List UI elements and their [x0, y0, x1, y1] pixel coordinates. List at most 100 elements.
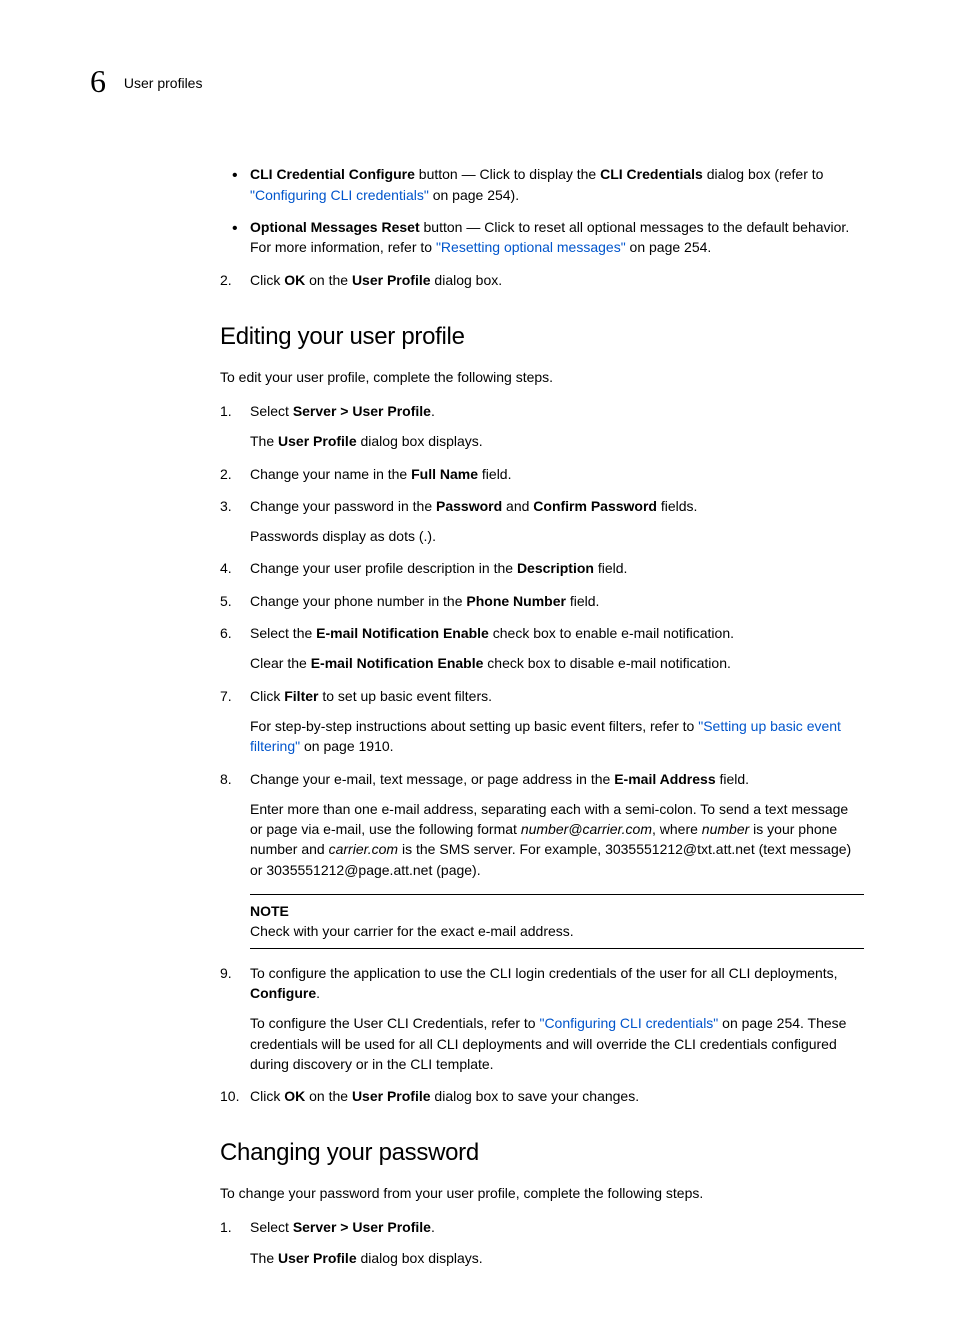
ui-label: Server > User Profile — [293, 403, 431, 419]
text: . — [431, 403, 435, 419]
step-number: 1. — [220, 401, 232, 421]
text: on page 1910. — [300, 738, 393, 754]
step-item: 6. Select the E-mail Notification Enable… — [220, 623, 864, 674]
note-text: Check with your carrier for the exact e-… — [250, 921, 864, 941]
ui-label: Confirm Password — [533, 498, 657, 514]
step-sub: To configure the User CLI Credentials, r… — [250, 1013, 864, 1074]
step-item: 2. Click OK on the User Profile dialog b… — [220, 270, 864, 290]
step-item: 7. Click Filter to set up basic event fi… — [220, 686, 864, 757]
page: 6 User profiles CLI Credential Configure… — [0, 0, 954, 1340]
step-item: 5. Change your phone number in the Phone… — [220, 591, 864, 611]
ui-label: E-mail Notification Enable — [316, 625, 489, 641]
heading-editing-profile: Editing your user profile — [220, 320, 864, 355]
text: Click — [250, 1088, 284, 1104]
step-item: 2. Change your name in the Full Name fie… — [220, 464, 864, 484]
step-item: 10. Click OK on the User Profile dialog … — [220, 1086, 864, 1106]
italic-text: number — [702, 821, 749, 837]
step-item: 1. Select Server > User Profile. The Use… — [220, 1217, 864, 1268]
text: Select the — [250, 625, 316, 641]
bullet-item: CLI Credential Configure button — Click … — [250, 164, 864, 205]
text: Click — [250, 272, 284, 288]
intro-text: To edit your user profile, complete the … — [220, 367, 864, 387]
text: on page 254). — [429, 187, 519, 203]
italic-text: number@carrier.com — [521, 821, 652, 837]
text: Select — [250, 403, 293, 419]
step-item: 9. To configure the application to use t… — [220, 963, 864, 1074]
editing-steps: 1. Select Server > User Profile. The Use… — [220, 401, 864, 1106]
text: The — [250, 1250, 278, 1266]
step-number: 5. — [220, 591, 232, 611]
text: dialog box. — [431, 272, 503, 288]
ui-label: E-mail Address — [614, 771, 715, 787]
text: Change your e-mail, text message, or pag… — [250, 771, 614, 787]
step-item: 3. Change your password in the Password … — [220, 496, 864, 547]
step-sub: Passwords display as dots (.). — [250, 526, 864, 546]
step-number: 7. — [220, 686, 232, 706]
ui-label: User Profile — [278, 433, 357, 449]
step-number: 10. — [220, 1086, 239, 1106]
cross-reference-link[interactable]: "Configuring CLI credentials" — [250, 187, 429, 203]
text: on the — [305, 272, 352, 288]
heading-changing-password: Changing your password — [220, 1136, 864, 1171]
ui-label: OK — [284, 1088, 305, 1104]
text: dialog box displays. — [357, 433, 483, 449]
ui-label: Phone Number — [466, 593, 566, 609]
ui-label: E-mail Notification Enable — [311, 655, 484, 671]
body-content: CLI Credential Configure button — Click … — [220, 164, 864, 1268]
step-number: 8. — [220, 769, 232, 789]
breadcrumb: User profiles — [124, 75, 203, 91]
text: dialog box (refer to — [703, 166, 824, 182]
step-number: 2. — [220, 464, 232, 484]
text: Change your password in the — [250, 498, 436, 514]
note-block: NOTE Check with your carrier for the exa… — [250, 894, 864, 949]
ui-label: CLI Credentials — [600, 166, 703, 182]
bullet-item: Optional Messages Reset button — Click t… — [250, 217, 864, 258]
cross-reference-link[interactable]: "Configuring CLI credentials" — [539, 1015, 718, 1031]
note-label: NOTE — [250, 901, 864, 921]
text: For step-by-step instructions about sett… — [250, 718, 698, 734]
ui-label: OK — [284, 272, 305, 288]
text: fields. — [657, 498, 697, 514]
step-sub: Enter more than one e-mail address, sepa… — [250, 799, 864, 880]
step-number: 3. — [220, 496, 232, 516]
text: Select — [250, 1219, 293, 1235]
step-item: 4. Change your user profile description … — [220, 558, 864, 578]
ui-label: User Profile — [352, 272, 431, 288]
step-sub: The User Profile dialog box displays. — [250, 431, 864, 451]
text: Clear the — [250, 655, 311, 671]
ui-label: Filter — [284, 688, 318, 704]
text: check box to disable e-mail notification… — [483, 655, 730, 671]
top-bullet-list: CLI Credential Configure button — Click … — [220, 164, 864, 257]
text: , where — [652, 821, 702, 837]
text: check box to enable e-mail notification. — [489, 625, 734, 641]
page-header: 6 User profiles — [90, 58, 864, 104]
text: on the — [305, 1088, 352, 1104]
text: on page 254. — [626, 239, 712, 255]
text: field. — [594, 560, 627, 576]
text: field. — [716, 771, 749, 787]
text: and — [502, 498, 533, 514]
step-number: 4. — [220, 558, 232, 578]
ui-label: Password — [436, 498, 502, 514]
italic-text: carrier.com — [329, 841, 399, 857]
text: button — Click to display the — [415, 166, 600, 182]
intro-text: To change your password from your user p… — [220, 1183, 864, 1203]
ui-label: Full Name — [411, 466, 478, 482]
ui-label: User Profile — [278, 1250, 357, 1266]
text: dialog box displays. — [357, 1250, 483, 1266]
step-number: 6. — [220, 623, 232, 643]
step-sub: The User Profile dialog box displays. — [250, 1248, 864, 1268]
text: To configure the User CLI Credentials, r… — [250, 1015, 539, 1031]
text: dialog box to save your changes. — [431, 1088, 640, 1104]
text: to set up basic event filters. — [318, 688, 492, 704]
text: . — [316, 985, 320, 1001]
step-sub: Clear the E-mail Notification Enable che… — [250, 653, 864, 673]
ui-label: CLI Credential Configure — [250, 166, 415, 182]
ui-label: Configure — [250, 985, 316, 1001]
step-sub: For step-by-step instructions about sett… — [250, 716, 864, 757]
text: Click — [250, 688, 284, 704]
ui-label: Server > User Profile — [293, 1219, 431, 1235]
cross-reference-link[interactable]: "Resetting optional messages" — [436, 239, 626, 255]
text: To configure the application to use the … — [250, 965, 838, 981]
text: field. — [566, 593, 599, 609]
